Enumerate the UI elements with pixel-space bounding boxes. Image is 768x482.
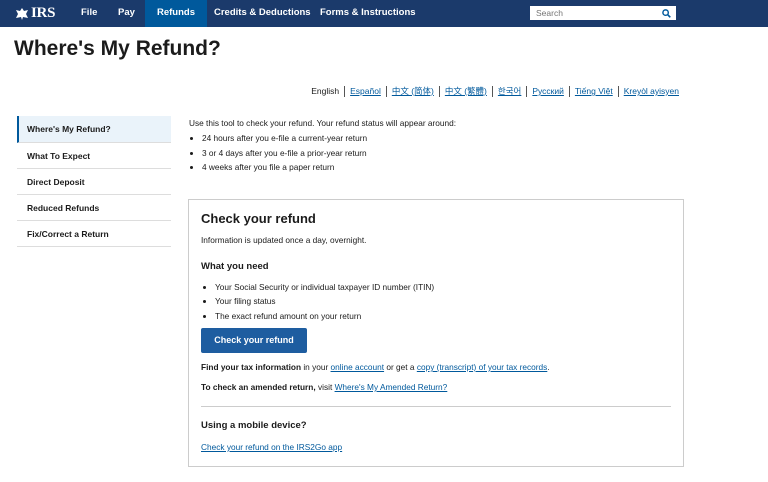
tax-info-text: in your bbox=[301, 362, 331, 372]
card-title: Check your refund bbox=[201, 211, 316, 226]
sidebar-item-reduced-refunds[interactable]: Reduced Refunds bbox=[17, 195, 171, 221]
timeframe-list: 24 hours after you e-file a current-year… bbox=[189, 131, 367, 175]
list-item: 24 hours after you e-file a current-year… bbox=[202, 131, 367, 146]
irs2go-link[interactable]: Check your refund on the IRS2Go app bbox=[201, 442, 342, 452]
list-item: Your Social Security or individual taxpa… bbox=[215, 280, 434, 294]
tax-info-text: . bbox=[547, 362, 550, 372]
logo-text: IRS bbox=[31, 5, 56, 21]
nav-credits-deductions[interactable]: Credits & Deductions bbox=[214, 0, 311, 27]
tax-info-line: Find your tax information in your online… bbox=[201, 362, 550, 372]
amended-text: visit bbox=[315, 382, 335, 392]
sidebar-item-what-to-expect[interactable]: What To Expect bbox=[17, 143, 171, 169]
tax-info-bold: Find your tax information bbox=[201, 362, 302, 372]
amended-line: To check an amended return, visit Where'… bbox=[201, 382, 447, 392]
list-item: Your filing status bbox=[215, 294, 434, 308]
requirements-list: Your Social Security or individual taxpa… bbox=[201, 280, 434, 323]
transcript-link[interactable]: copy (transcript) of your tax records bbox=[417, 362, 548, 372]
lang-english: English bbox=[311, 86, 340, 96]
mobile-line: Check your refund on the IRS2Go app bbox=[201, 442, 342, 452]
nav-file[interactable]: File bbox=[81, 0, 97, 27]
page-title: Where's My Refund? bbox=[14, 37, 221, 60]
amended-bold: To check an amended return, bbox=[201, 382, 316, 392]
lang-haitian-creole[interactable]: Kreyòl ayisyen bbox=[617, 86, 684, 97]
search-box[interactable] bbox=[530, 6, 676, 20]
online-account-link[interactable]: online account bbox=[331, 362, 385, 372]
sidebar-nav: Where's My Refund? What To Expect Direct… bbox=[17, 116, 171, 247]
intro-text: Use this tool to check your refund. Your… bbox=[189, 118, 457, 128]
lang-chinese-simplified[interactable]: 中文 (简体) bbox=[385, 86, 439, 97]
nav-forms-instructions[interactable]: Forms & Instructions bbox=[320, 0, 416, 27]
eagle-icon bbox=[16, 7, 28, 20]
check-refund-button[interactable]: Check your refund bbox=[201, 328, 307, 353]
nav-refunds[interactable]: Refunds bbox=[145, 0, 207, 27]
list-item: 3 or 4 days after you e-file a prior-yea… bbox=[202, 146, 367, 161]
update-note: Information is updated once a day, overn… bbox=[201, 235, 367, 245]
list-item: 4 weeks after you file a paper return bbox=[202, 160, 367, 175]
divider bbox=[201, 406, 671, 407]
irs-logo[interactable]: IRS bbox=[15, 5, 55, 22]
what-you-need-heading: What you need bbox=[201, 261, 269, 272]
search-icon[interactable] bbox=[662, 9, 671, 18]
top-nav-bar: IRS File Pay Refunds Credits & Deduction… bbox=[0, 0, 768, 27]
lang-vietnamese[interactable]: Tiếng Việt bbox=[568, 86, 618, 97]
sidebar-item-direct-deposit[interactable]: Direct Deposit bbox=[17, 169, 171, 195]
tax-info-text: or get a bbox=[384, 362, 417, 372]
lang-spanish[interactable]: Español bbox=[344, 86, 386, 97]
sidebar-item-wheres-my-refund[interactable]: Where's My Refund? bbox=[17, 116, 171, 143]
check-refund-card: Check your refund Information is updated… bbox=[188, 199, 684, 467]
lang-russian[interactable]: Русский bbox=[526, 86, 569, 97]
mobile-heading: Using a mobile device? bbox=[201, 420, 307, 431]
search-input[interactable] bbox=[536, 7, 656, 19]
sidebar-item-fix-correct-return[interactable]: Fix/Correct a Return bbox=[17, 221, 171, 247]
lang-chinese-traditional[interactable]: 中文 (繁體) bbox=[438, 86, 492, 97]
language-selector: English Español 中文 (简体) 中文 (繁體) 한국어 Русс… bbox=[306, 86, 684, 97]
lang-korean[interactable]: 한국어 bbox=[491, 86, 526, 97]
list-item: The exact refund amount on your return bbox=[215, 309, 434, 323]
nav-pay[interactable]: Pay bbox=[118, 0, 135, 27]
amended-return-link[interactable]: Where's My Amended Return? bbox=[335, 382, 448, 392]
